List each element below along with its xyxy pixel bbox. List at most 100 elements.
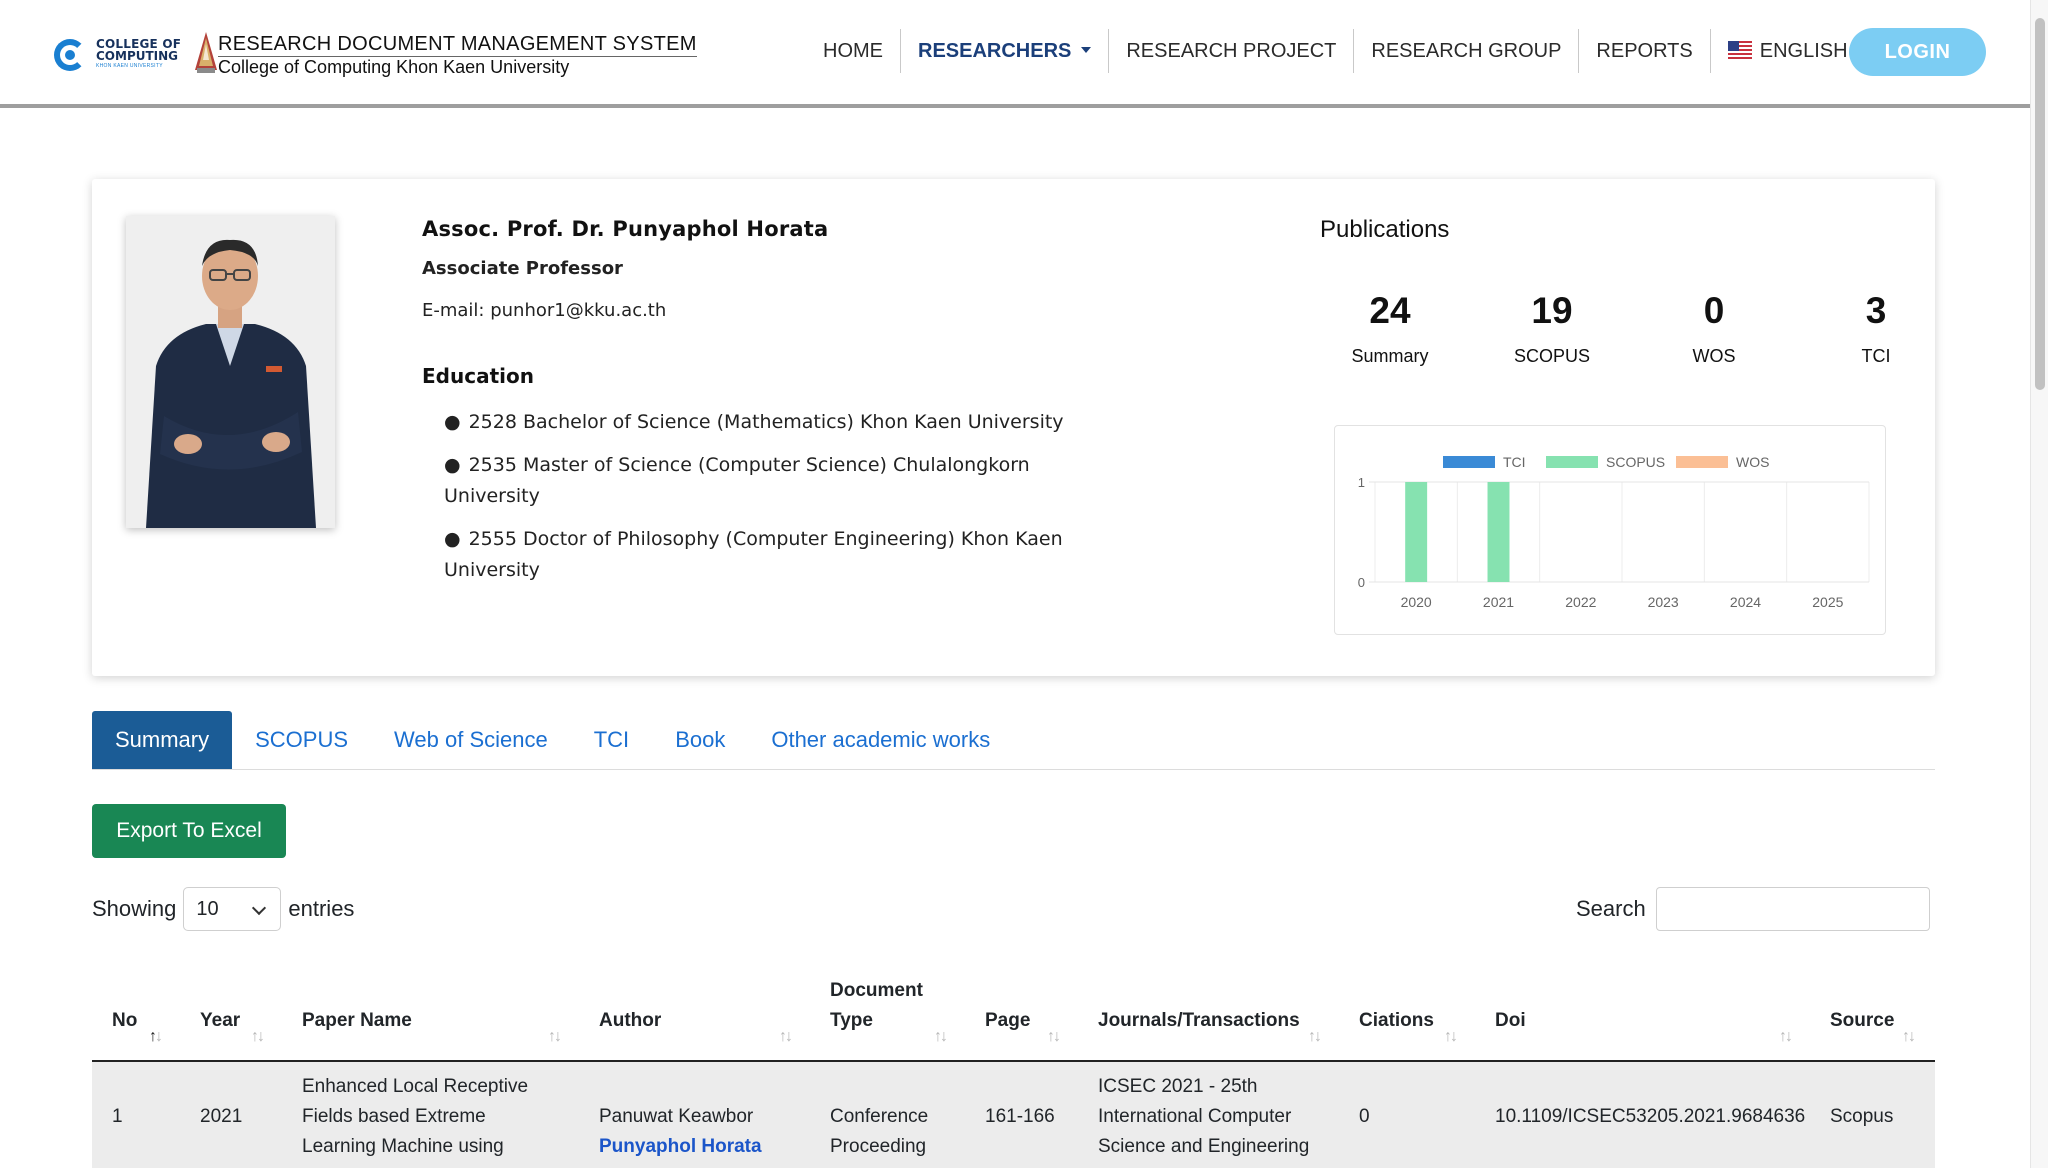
education-heading: Education <box>422 364 534 388</box>
legend-label: TCI <box>1503 454 1526 470</box>
table-header: No ↑↓ Year ↑↓ Paper Name ↑↓ Author ↑↓ Do… <box>92 966 1935 1062</box>
stat-value: 0 <box>1703 290 1725 331</box>
column-header-no[interactable]: No <box>112 1006 137 1036</box>
tab-book[interactable]: Book <box>652 711 748 769</box>
tab-summary[interactable]: Summary <box>92 711 233 769</box>
entries-select[interactable]: 10 <box>183 887 282 931</box>
column-header-journals[interactable]: Journals/Transactions <box>1098 1006 1300 1036</box>
x-tick-label: 2025 <box>1812 594 1843 610</box>
x-tick-label: 2023 <box>1648 594 1679 610</box>
paper-name-line: Learning Machine using <box>302 1136 504 1157</box>
login-button[interactable]: LOGIN <box>1849 28 1986 76</box>
export-excel-button[interactable]: Export To Excel <box>92 804 286 858</box>
site-header: COLLEGE OF COMPUTING KHON KAEN UNIVERSIT… <box>0 0 2030 108</box>
publications-panel: Publications 24 Summary 19 SCOPUS 0 WOS … <box>1320 215 1920 366</box>
author-name: Panuwat Keawbor <box>599 1106 754 1127</box>
education-item-text-cont: University <box>444 485 540 507</box>
search-label: Search <box>1576 896 1646 921</box>
stat-summary: 24 Summary <box>1320 289 1460 367</box>
doctype-line: Conference <box>830 1106 929 1127</box>
stat-tci: 3 TCI <box>1806 289 1946 367</box>
education-item-text: 2555 Doctor of Philosophy (Computer Engi… <box>468 528 1063 550</box>
nav-reports[interactable]: REPORTS <box>1579 29 1711 73</box>
sort-icon[interactable]: ↑↓ <box>779 1028 793 1046</box>
cell-no: 1 <box>112 1106 123 1127</box>
column-header-doi[interactable]: Doi <box>1495 1006 1526 1036</box>
stat-label: WOS <box>1692 346 1736 366</box>
chevron-down-icon <box>1081 46 1092 53</box>
nav-home[interactable]: HOME <box>806 29 901 73</box>
column-header-year[interactable]: Year <box>200 1006 240 1036</box>
education-item: ● 2528 Bachelor of Science (Mathematics) … <box>444 411 1064 433</box>
sort-icon[interactable]: ↑↓ <box>1444 1028 1458 1046</box>
tab-other-academic-works[interactable]: Other academic works <box>748 711 1013 769</box>
site-subtitle: College of Computing Khon Kaen Universit… <box>218 57 570 77</box>
cell-doi: 10.1109/ICSEC53205.2021.9684636 <box>1495 1106 1806 1127</box>
legend-label: WOS <box>1736 454 1769 470</box>
chart-bar <box>1487 482 1510 582</box>
legend-label: SCOPUS <box>1606 454 1665 470</box>
author-link[interactable]: Punyaphol Horata <box>599 1132 762 1162</box>
researcher-position: Associate Professor <box>422 258 623 279</box>
x-tick-label: 2020 <box>1401 594 1432 610</box>
stat-label: Summary <box>1351 346 1429 366</box>
sort-icon[interactable]: ↑↓ <box>1902 1028 1916 1046</box>
page-scrollbar[interactable] <box>2030 0 2048 1168</box>
logo-line-1: COLLEGE OF <box>96 36 182 51</box>
cell-page: 161-166 <box>985 1106 1055 1127</box>
table-search: Search <box>1576 887 1930 931</box>
researcher-name: Assoc. Prof. Dr. Punyaphol Horata <box>422 217 829 241</box>
y-tick-label: 1 <box>1358 475 1365 490</box>
publications-table: No ↑↓ Year ↑↓ Paper Name ↑↓ Author ↑↓ Do… <box>92 966 1935 1168</box>
site-logo[interactable]: COLLEGE OF COMPUTING KHON KAEN UNIVERSIT… <box>54 28 221 78</box>
education-item-text: 2528 Bachelor of Science (Mathematics) K… <box>468 411 1064 433</box>
y-tick-label: 0 <box>1358 575 1365 590</box>
education-item: ● 2555 Doctor of Philosophy (Computer Eng… <box>422 524 1142 586</box>
paper-name-line: Enhanced Local Receptive <box>302 1076 529 1097</box>
logo-line-3: KHON KAEN UNIVERSITY <box>96 62 163 69</box>
publications-chart-svg: TCI SCOPUS WOS 0 1 2020 2021 2022 2023 2024 2025 <box>1358 454 1870 610</box>
tab-web-of-science[interactable]: Web of Science <box>371 711 571 769</box>
nav-research-project[interactable]: RESEARCH PROJECT <box>1109 29 1355 73</box>
researcher-info: Assoc. Prof. Dr. Punyaphol Horata Associ… <box>422 215 1142 598</box>
sort-icon[interactable]: ↑↓ <box>1308 1028 1322 1046</box>
sort-icon[interactable]: ↑↓ <box>934 1028 948 1046</box>
showing-label: Showing <box>92 896 177 921</box>
researcher-email: E-mail: punhor1@kku.ac.th <box>422 300 667 321</box>
us-flag-icon <box>1727 40 1752 59</box>
column-header-document-type[interactable]: Document Type <box>830 976 923 1036</box>
publications-heading: Publications <box>1320 216 1450 243</box>
search-input[interactable] <box>1655 887 1930 931</box>
sort-icon[interactable]: ↑↓ <box>251 1028 265 1046</box>
nav-researchers-label: RESEARCHERS <box>918 40 1072 62</box>
journal-line: ICSEC 2021 - 25th <box>1098 1076 1258 1097</box>
sort-icon[interactable]: ↑↓ <box>1779 1028 1793 1046</box>
column-header-author[interactable]: Author <box>599 1006 661 1036</box>
publication-stats: 24 Summary 19 SCOPUS 0 WOS 3 TCI <box>1320 289 1920 389</box>
tab-scopus[interactable]: SCOPUS <box>232 711 371 769</box>
site-brand[interactable]: RESEARCH DOCUMENT MANAGEMENT SYSTEM Coll… <box>218 32 697 77</box>
college-logo-icon <box>54 34 92 72</box>
column-header-document: Document <box>830 980 923 1001</box>
nav-researchers[interactable]: RESEARCHERS <box>901 29 1110 73</box>
column-header-citations[interactable]: Ciations <box>1359 1006 1434 1036</box>
stat-value: 19 <box>1531 290 1573 331</box>
stat-wos: 0 WOS <box>1644 289 1784 367</box>
scrollbar-thumb[interactable] <box>2035 18 2045 390</box>
cell-author: Panuwat Keawbor Punyaphol Horata <box>599 1102 762 1162</box>
sort-icon[interactable]: ↑↓ <box>548 1028 562 1046</box>
column-header-source[interactable]: Source <box>1830 1006 1894 1036</box>
sort-icon[interactable]: ↑↓ <box>1047 1028 1061 1046</box>
column-header-page[interactable]: Page <box>985 1006 1030 1036</box>
cell-year: 2021 <box>200 1106 243 1127</box>
stat-value: 24 <box>1369 290 1411 331</box>
nav-research-group[interactable]: RESEARCH GROUP <box>1354 29 1580 73</box>
x-tick-label: 2024 <box>1730 594 1761 610</box>
legend-swatch <box>1443 456 1495 468</box>
sort-icon[interactable]: ↑↓ <box>149 1028 163 1046</box>
tab-tci[interactable]: TCI <box>571 711 652 769</box>
education-item: ● 2535 Master of Science (Computer Scienc… <box>422 450 1142 512</box>
table-row[interactable]: 1 2021 Enhanced Local Receptive Fields b… <box>92 1062 1935 1168</box>
column-header-paper-name[interactable]: Paper Name <box>302 1006 412 1036</box>
cell-document-type: Conference Proceeding <box>830 1102 928 1162</box>
